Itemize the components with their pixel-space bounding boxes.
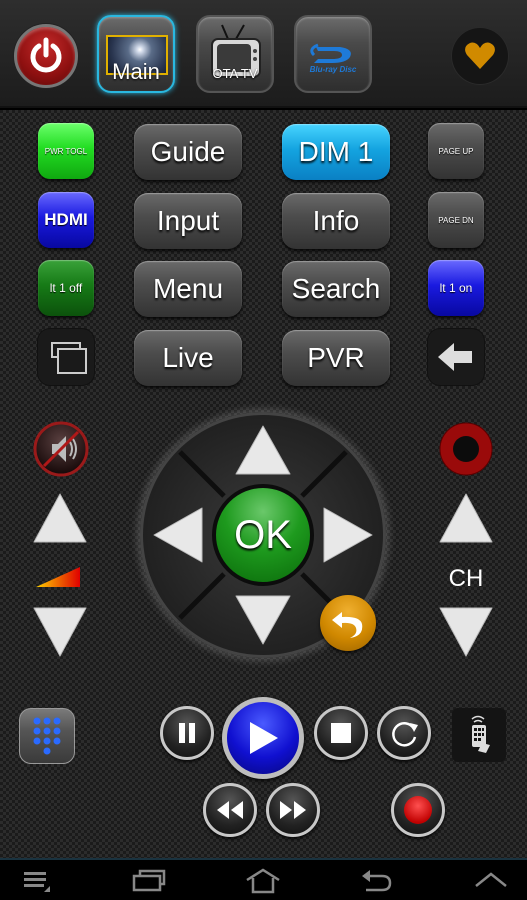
triangle-down-icon — [439, 607, 493, 657]
device-tab-main[interactable]: Main — [97, 15, 175, 93]
pwr-togl-label: PWR TOGL — [44, 146, 88, 156]
dpad-left-button[interactable] — [152, 506, 204, 564]
picture-in-picture-icon — [51, 342, 87, 374]
favorites-button[interactable] — [452, 28, 508, 84]
device-tab-label: Main — [112, 59, 160, 84]
remote-learn-button[interactable] — [452, 708, 506, 762]
page-down-label: PAGE DN — [438, 215, 474, 225]
keypad-dots-icon — [33, 717, 61, 755]
light1-off-button[interactable]: lt 1 off — [38, 260, 94, 316]
dpad-down-button[interactable] — [234, 594, 292, 646]
device-bar: Main OTA TV Blu-ray Disc — [0, 0, 527, 108]
hdmi-button[interactable]: HDMI — [38, 192, 94, 248]
back-arrow-button[interactable] — [428, 329, 484, 385]
hdmi-label: HDMI — [44, 210, 88, 229]
live-label: Live — [162, 342, 214, 373]
fast-forward-button[interactable] — [266, 783, 320, 837]
triangle-up-icon — [33, 493, 87, 543]
info-button[interactable]: Info — [282, 193, 390, 249]
volume-down-button[interactable] — [32, 606, 88, 663]
channel-label: CH — [448, 565, 484, 592]
device-tab-ota-tv[interactable]: OTA TV — [196, 15, 274, 93]
record-button[interactable] — [391, 783, 445, 837]
dpad-right-button[interactable] — [322, 506, 374, 564]
pause-button[interactable] — [160, 706, 214, 760]
pip-button[interactable] — [38, 329, 94, 385]
menu-button[interactable]: Menu — [134, 261, 242, 317]
pvr-button[interactable]: PVR — [282, 330, 390, 386]
info-label: Info — [312, 205, 360, 236]
live-button[interactable]: Live — [134, 330, 242, 386]
page-up-button[interactable]: PAGE UP — [428, 123, 484, 179]
nav-up-chevron-icon[interactable] — [474, 868, 508, 892]
menu-label: Menu — [152, 273, 224, 304]
channel-up-button[interactable] — [438, 492, 494, 549]
triangle-down-icon — [33, 607, 87, 657]
nav-recent-apps-icon[interactable] — [132, 868, 166, 892]
device-tab-label: OTA TV — [212, 66, 258, 81]
volume-ramp-icon — [36, 567, 80, 587]
stop-icon — [331, 723, 351, 743]
handheld-remote-icon — [471, 715, 490, 753]
ok-label: OK — [234, 512, 292, 557]
numeric-keypad-button[interactable] — [19, 708, 75, 764]
guide-label: Guide — [150, 136, 226, 167]
record-ring-icon — [439, 422, 493, 476]
pwr-togl-button[interactable]: PWR TOGL — [38, 123, 94, 179]
record-toggle-button[interactable] — [438, 421, 494, 482]
input-label: Input — [156, 205, 220, 236]
volume-up-button[interactable] — [32, 492, 88, 549]
channel-down-button[interactable] — [438, 606, 494, 663]
rewind-button[interactable] — [203, 783, 257, 837]
mute-icon — [33, 421, 89, 477]
guide-button[interactable]: Guide — [134, 124, 242, 180]
light1-off-label: lt 1 off — [49, 281, 83, 295]
power-button[interactable] — [14, 24, 78, 88]
record-dot-icon — [404, 796, 432, 824]
nav-menu-icon[interactable] — [22, 868, 52, 892]
bluray-logo-icon — [310, 43, 351, 63]
system-navigation-bar — [0, 858, 527, 900]
stop-button[interactable] — [314, 706, 368, 760]
ok-button[interactable]: OK — [212, 484, 314, 586]
page-down-button[interactable]: PAGE DN — [428, 192, 484, 248]
bluray-logo-text: Blu-ray Disc — [309, 65, 357, 74]
dim1-button[interactable]: DIM 1 — [282, 124, 390, 180]
pause-icon — [179, 723, 195, 743]
play-button[interactable] — [222, 697, 304, 779]
triangle-up-icon — [439, 493, 493, 543]
nav-home-icon[interactable] — [245, 868, 281, 894]
play-icon — [250, 722, 278, 754]
power-icon — [30, 37, 62, 73]
volume-level-indicator — [36, 565, 82, 594]
light1-on-label: lt 1 on — [439, 281, 473, 295]
dim1-label: DIM 1 — [298, 136, 374, 167]
mute-button[interactable] — [32, 420, 90, 483]
refresh-icon — [392, 722, 418, 747]
return-arrow-icon — [332, 612, 363, 638]
dpad-up-button[interactable] — [234, 424, 292, 476]
nav-back-icon[interactable] — [360, 868, 394, 894]
return-button[interactable] — [320, 595, 376, 651]
input-button[interactable]: Input — [134, 193, 242, 249]
search-label: Search — [291, 273, 381, 304]
heart-icon — [465, 42, 495, 69]
replay-button[interactable] — [377, 706, 431, 760]
light1-on-button[interactable]: lt 1 on — [428, 260, 484, 316]
pvr-label: PVR — [307, 342, 365, 373]
arrow-left-icon — [438, 343, 472, 371]
device-tab-bluray[interactable]: Blu-ray Disc — [294, 15, 372, 93]
fast-forward-icon — [280, 801, 306, 819]
search-button[interactable]: Search — [282, 261, 390, 317]
page-up-label: PAGE UP — [438, 146, 474, 156]
rewind-icon — [217, 801, 243, 819]
